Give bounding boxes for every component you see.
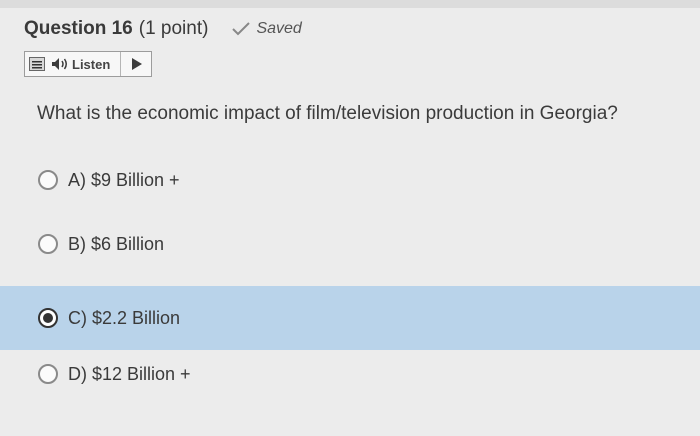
option-label[interactable]: C) $2.2 Billion [68, 308, 180, 329]
question-header: Question 16 (1 point) Saved [24, 18, 302, 40]
top-strip [0, 0, 700, 8]
saved-status: Saved [232, 20, 302, 38]
answer-option-a[interactable]: A) $9 Billion + [0, 148, 700, 212]
play-icon[interactable] [131, 58, 143, 70]
toolbar-divider [120, 52, 122, 76]
answer-option-d[interactable]: D) $12 Billion + [0, 342, 700, 406]
menu-icon[interactable] [29, 57, 45, 71]
checkmark-icon [232, 22, 251, 36]
question-prompt: What is the economic impact of film/tele… [37, 103, 618, 124]
answer-option-c[interactable]: C) $2.2 Billion [0, 286, 700, 350]
option-label[interactable]: B) $6 Billion [68, 234, 164, 255]
question-title: Question 16 [24, 18, 133, 39]
radio-button[interactable] [38, 364, 58, 384]
option-label[interactable]: A) $9 Billion + [68, 170, 180, 191]
radio-button[interactable] [38, 234, 58, 254]
listen-label[interactable]: Listen [72, 57, 110, 72]
answer-option-b[interactable]: B) $6 Billion [0, 212, 700, 276]
option-label[interactable]: D) $12 Billion + [68, 364, 191, 385]
saved-label: Saved [256, 20, 302, 37]
question-points: (1 point) [138, 18, 209, 39]
speaker-icon [52, 58, 67, 70]
listen-toolbar[interactable]: Listen [24, 51, 152, 77]
radio-button[interactable] [38, 170, 58, 190]
radio-button-selected[interactable] [38, 308, 58, 328]
